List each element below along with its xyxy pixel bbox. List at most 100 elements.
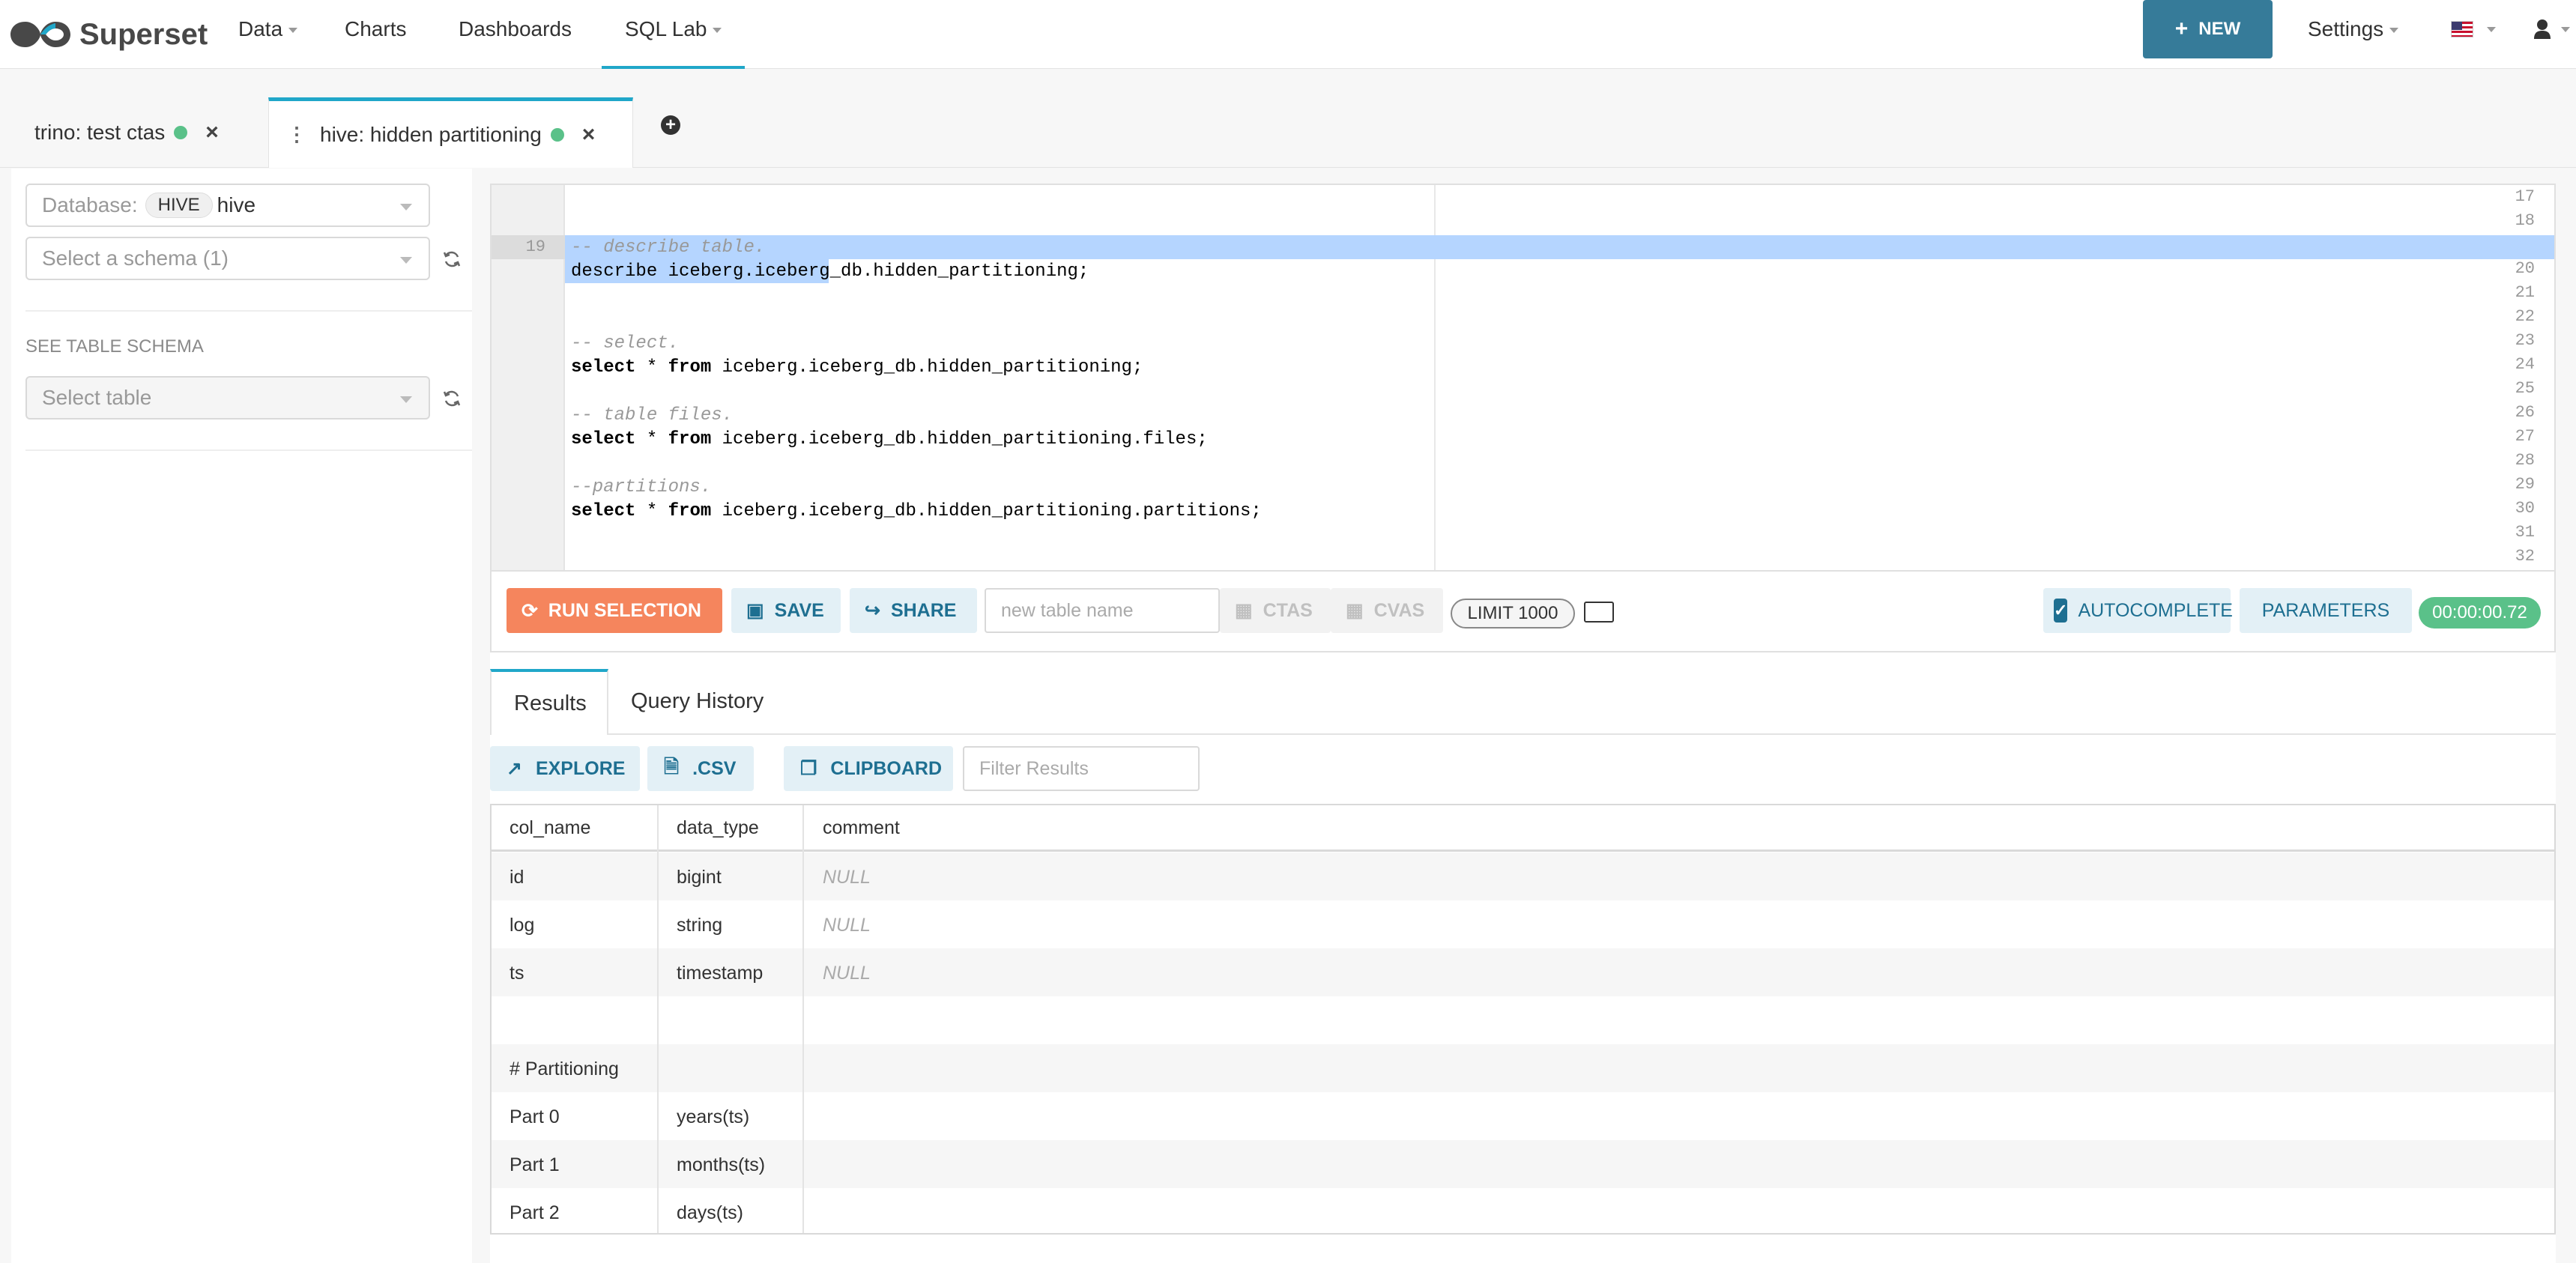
line-number: 21 bbox=[2515, 283, 2535, 302]
file-icon: 🗎 bbox=[664, 756, 680, 778]
left-panel bbox=[11, 169, 472, 1263]
database-label: Database: bbox=[42, 193, 138, 216]
sql-text: iceberg.iceberg_db.hidden_partitioning; bbox=[711, 357, 1143, 378]
line-chart-icon: ↗ bbox=[507, 758, 522, 779]
refresh-tables-icon[interactable] bbox=[442, 389, 462, 408]
tab-results[interactable]: Results bbox=[490, 669, 608, 735]
line-number: 20 bbox=[2515, 259, 2535, 278]
close-tab-icon[interactable]: × bbox=[582, 122, 596, 148]
add-tab-icon[interactable]: + bbox=[661, 115, 680, 135]
nav-charts[interactable]: Charts bbox=[345, 0, 406, 58]
column-header[interactable]: comment bbox=[823, 817, 900, 839]
caret-down-icon bbox=[288, 28, 298, 34]
close-tab-icon[interactable]: × bbox=[205, 120, 219, 145]
refresh-schemas-icon[interactable] bbox=[442, 249, 462, 269]
run-selection-button[interactable]: ⟳ RUN SELECTION bbox=[507, 588, 722, 633]
sql-keyword: select bbox=[571, 429, 636, 449]
save-button[interactable]: ▣ SAVE bbox=[731, 588, 841, 633]
column-divider bbox=[802, 805, 804, 1233]
schema-select[interactable]: Select a schema (1) bbox=[25, 237, 430, 280]
ctas-button[interactable]: ▦ CTAS bbox=[1220, 588, 1331, 633]
autocomplete-toggle[interactable]: ✓ AUTOCOMPLETE bbox=[2043, 588, 2233, 633]
superset-logo[interactable]: Superset bbox=[9, 10, 208, 58]
parameters-button[interactable]: PARAMETERS bbox=[2240, 588, 2412, 633]
drag-handle-icon[interactable]: ⋮ bbox=[287, 123, 306, 146]
line-number: 32 bbox=[2515, 547, 2535, 566]
query-timer: 00:00:00.72 bbox=[2419, 597, 2541, 629]
query-tab-trino[interactable]: trino: test ctas × bbox=[0, 97, 267, 168]
cell: days(ts) bbox=[677, 1202, 743, 1223]
code-comment: -- table files. bbox=[571, 405, 734, 425]
nav-dashboards[interactable]: Dashboards bbox=[459, 0, 572, 58]
line-number: 25 bbox=[2515, 379, 2535, 398]
autocomplete-label: AUTOCOMPLETE bbox=[2078, 599, 2233, 621]
table-row: Part 0 years(ts) bbox=[492, 1092, 2554, 1140]
explore-button[interactable]: ↗ EXPLORE bbox=[490, 746, 640, 791]
tabs-divider bbox=[490, 733, 2556, 735]
clipboard-button[interactable]: ❐ CLIPBOARD bbox=[784, 746, 953, 791]
divider bbox=[25, 310, 472, 312]
line-number: 19 bbox=[492, 235, 565, 259]
cell: years(ts) bbox=[677, 1106, 750, 1127]
cell: Part 2 bbox=[510, 1202, 560, 1223]
nav-data[interactable]: Data bbox=[238, 0, 298, 58]
table-row: id bigint NULL bbox=[492, 852, 2554, 900]
copy-icon: ❐ bbox=[800, 758, 817, 779]
column-header[interactable]: data_type bbox=[677, 817, 759, 839]
sql-text: iceberg.iceberg_db.hidden_partitioning.p… bbox=[711, 501, 1262, 521]
filter-results-input[interactable]: Filter Results bbox=[963, 746, 1200, 791]
divider bbox=[25, 449, 472, 451]
keyboard-shortcuts-icon[interactable] bbox=[1584, 602, 1614, 623]
line-number: 27 bbox=[2515, 427, 2535, 446]
nav-dashboards-label: Dashboards bbox=[459, 17, 572, 40]
line-number: 17 bbox=[2515, 187, 2535, 206]
table-header: col_name data_type comment bbox=[492, 805, 2554, 852]
clipboard-label: CLIPBOARD bbox=[830, 757, 943, 779]
cell: months(ts) bbox=[677, 1154, 766, 1175]
sql-keyword: from bbox=[668, 429, 712, 449]
new-table-name-input[interactable]: new table name bbox=[985, 588, 1220, 633]
sync-icon: ⟳ bbox=[521, 599, 538, 622]
tab-query-history[interactable]: Query History bbox=[608, 669, 786, 733]
sql-keyword: from bbox=[668, 501, 712, 521]
status-success-icon bbox=[174, 126, 188, 139]
share-label: SHARE bbox=[890, 599, 957, 621]
limit-label: LIMIT 1000 bbox=[1467, 603, 1558, 623]
line-number: 29 bbox=[2515, 475, 2535, 494]
cell: id bbox=[510, 867, 524, 888]
selection-highlight bbox=[565, 235, 2554, 259]
csv-button[interactable]: 🗎 .CSV bbox=[647, 746, 754, 791]
code-line: select * from iceberg.iceberg_db.hidden_… bbox=[571, 429, 1208, 449]
us-flag-icon[interactable] bbox=[2451, 21, 2473, 37]
line-number: 18 bbox=[2515, 211, 2535, 230]
sql-editor[interactable]: 17 18 19 20 21 22 23 24 25 26 27 28 29 3… bbox=[490, 184, 2556, 572]
sql-text: * bbox=[635, 357, 668, 378]
line-number: 23 bbox=[2515, 331, 2535, 350]
editor-toolbar: ⟳ RUN SELECTION ▣ SAVE ↪ SHARE new table… bbox=[490, 572, 2556, 652]
cell: timestamp bbox=[677, 963, 764, 984]
limit-dropdown[interactable]: LIMIT 1000 bbox=[1451, 599, 1575, 629]
checkbox-checked-icon: ✓ bbox=[2054, 599, 2068, 623]
query-tab-hive[interactable]: ⋮ hive: hidden partitioning × bbox=[268, 97, 633, 168]
run-selection-label: RUN SELECTION bbox=[548, 599, 701, 621]
column-header[interactable]: col_name bbox=[510, 817, 590, 839]
sql-keyword: select bbox=[571, 357, 636, 378]
share-button[interactable]: ↪ SHARE bbox=[850, 588, 977, 633]
schema-placeholder: Select a schema (1) bbox=[42, 246, 229, 270]
database-select[interactable]: Database: HIVE hive bbox=[25, 184, 430, 227]
nav-data-label: Data bbox=[238, 17, 283, 40]
cell-null: NULL bbox=[823, 867, 871, 888]
column-divider bbox=[657, 805, 659, 1233]
table-select[interactable]: Select table bbox=[25, 376, 430, 420]
nav-sql-lab-label: SQL Lab bbox=[625, 17, 707, 40]
cvas-button[interactable]: ▦ CVAS bbox=[1331, 588, 1443, 633]
new-button[interactable]: + NEW bbox=[2143, 0, 2273, 58]
cell: ts bbox=[510, 963, 524, 984]
table-row: ts timestamp NULL bbox=[492, 948, 2554, 996]
settings-menu[interactable]: Settings bbox=[2308, 0, 2399, 58]
line-number: 26 bbox=[2515, 403, 2535, 422]
cell: bigint bbox=[677, 867, 722, 888]
cell: Part 1 bbox=[510, 1154, 560, 1175]
user-icon[interactable] bbox=[2533, 18, 2556, 40]
nav-sql-lab[interactable]: SQL Lab bbox=[625, 0, 722, 58]
